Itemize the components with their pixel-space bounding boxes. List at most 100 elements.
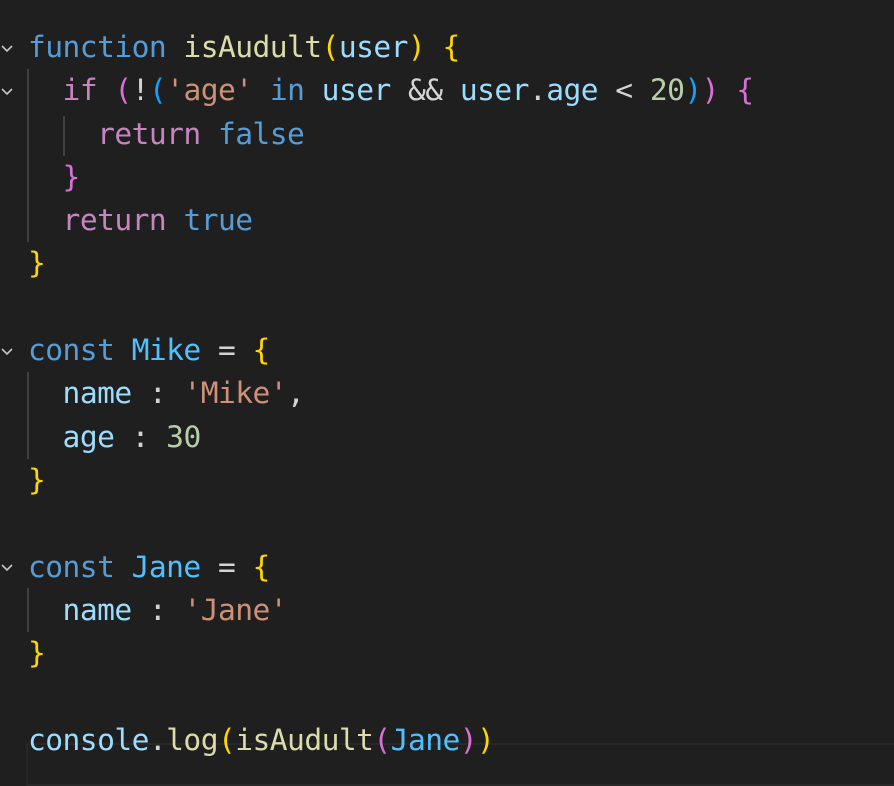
code-token: { [252,549,271,584]
code-token: name [62,376,133,411]
code-text: function isAudult(user) { [28,26,460,69]
code-token: ! [131,73,150,108]
code-token: = [200,333,253,368]
code-token: ) [701,73,720,108]
code-token: . [148,722,167,757]
code-token: isAudult [235,722,374,757]
code-editor[interactable]: function isAudult(user) { if (!('age' in… [0,26,894,786]
code-text: age : 30 [28,416,202,459]
code-token: { [252,333,271,368]
code-text: } [28,242,46,285]
code-token: < [598,73,650,108]
code-token: 'Jane' [183,592,288,627]
chevron-down-icon[interactable] [0,546,22,589]
code-line[interactable]: return true [0,199,894,242]
code-line[interactable]: name : 'Jane' [0,589,894,632]
code-token: && [390,73,460,108]
code-line[interactable] [0,675,894,718]
code-token: isAudult [183,30,322,64]
code-line[interactable]: } [0,242,894,285]
code-token: } [28,246,46,281]
code-token: ( [114,73,132,108]
code-line[interactable]: } [0,459,894,502]
code-token: { [736,73,754,108]
indent-guide [27,588,29,632]
code-token: 'age' [166,73,253,108]
code-text: name : 'Jane' [28,589,288,632]
code-text: } [28,156,81,199]
code-token: return [97,116,201,151]
code-token: ( [373,722,391,757]
code-text: return true [28,199,254,242]
code-token: } [28,462,46,497]
code-token: Jane [131,549,202,584]
code-token: in [269,73,305,108]
code-token: false [217,116,305,151]
code-token: const [28,333,115,368]
code-token: 20 [649,73,685,108]
code-token: age [62,419,115,454]
code-text: name : 'Mike', [28,372,305,415]
code-token: user [321,73,392,108]
chevron-down-icon[interactable] [0,69,22,112]
code-text: } [28,459,46,502]
code-token: ) [477,722,495,757]
chevron-down-icon[interactable] [0,26,22,69]
code-token: ( [148,73,167,108]
code-token: console [28,722,149,757]
code-line[interactable]: } [0,156,894,199]
code-token: } [28,636,46,671]
code-token: Mike [131,333,202,368]
code-text: const Jane = { [28,546,270,589]
code-token: true [183,203,253,238]
code-token: : [114,419,167,454]
code-token: . [528,73,547,108]
code-text: if (!('age' in user && user.age < 20)) { [28,69,754,112]
code-text: const Mike = { [28,329,270,372]
code-line[interactable]: return false [0,113,894,156]
code-token: ( [217,722,236,757]
code-token: age [546,73,598,108]
code-line[interactable] [0,286,894,329]
code-token: ) [684,73,702,108]
code-token: ) [407,30,426,64]
chevron-down-icon[interactable] [0,329,22,372]
code-line[interactable]: function isAudult(user) { [0,26,894,69]
code-lines: function isAudult(user) { if (!('age' in… [0,26,894,762]
code-token: return [62,203,167,238]
code-token: const [28,549,115,584]
code-line[interactable]: const Mike = { [0,329,894,372]
code-line[interactable] [0,502,894,545]
code-line[interactable]: age : 30 [0,416,894,459]
code-text: } [28,632,46,675]
code-line[interactable]: if (!('age' in user && user.age < 20)) { [0,69,894,112]
code-token: } [62,159,81,194]
code-token: : [131,592,184,627]
code-token: ( [321,30,340,64]
code-text: console.log(isAudult(Jane)) [28,719,495,762]
code-line[interactable]: name : 'Mike', [0,372,894,415]
indent-guide [27,372,29,459]
code-token: , [287,376,305,411]
code-token: : [131,376,184,411]
code-token: log [166,722,218,757]
code-token: ) [459,722,478,757]
code-token: name [62,592,133,627]
indent-guide [63,116,65,156]
code-token: Jane [390,722,461,757]
code-line[interactable]: } [0,632,894,675]
code-token: 'Mike' [183,376,288,411]
code-line-current[interactable]: console.log(isAudult(Jane)) [0,719,894,762]
code-token: { [442,30,460,64]
code-token: 30 [166,419,201,454]
code-line[interactable]: const Jane = { [0,546,894,589]
